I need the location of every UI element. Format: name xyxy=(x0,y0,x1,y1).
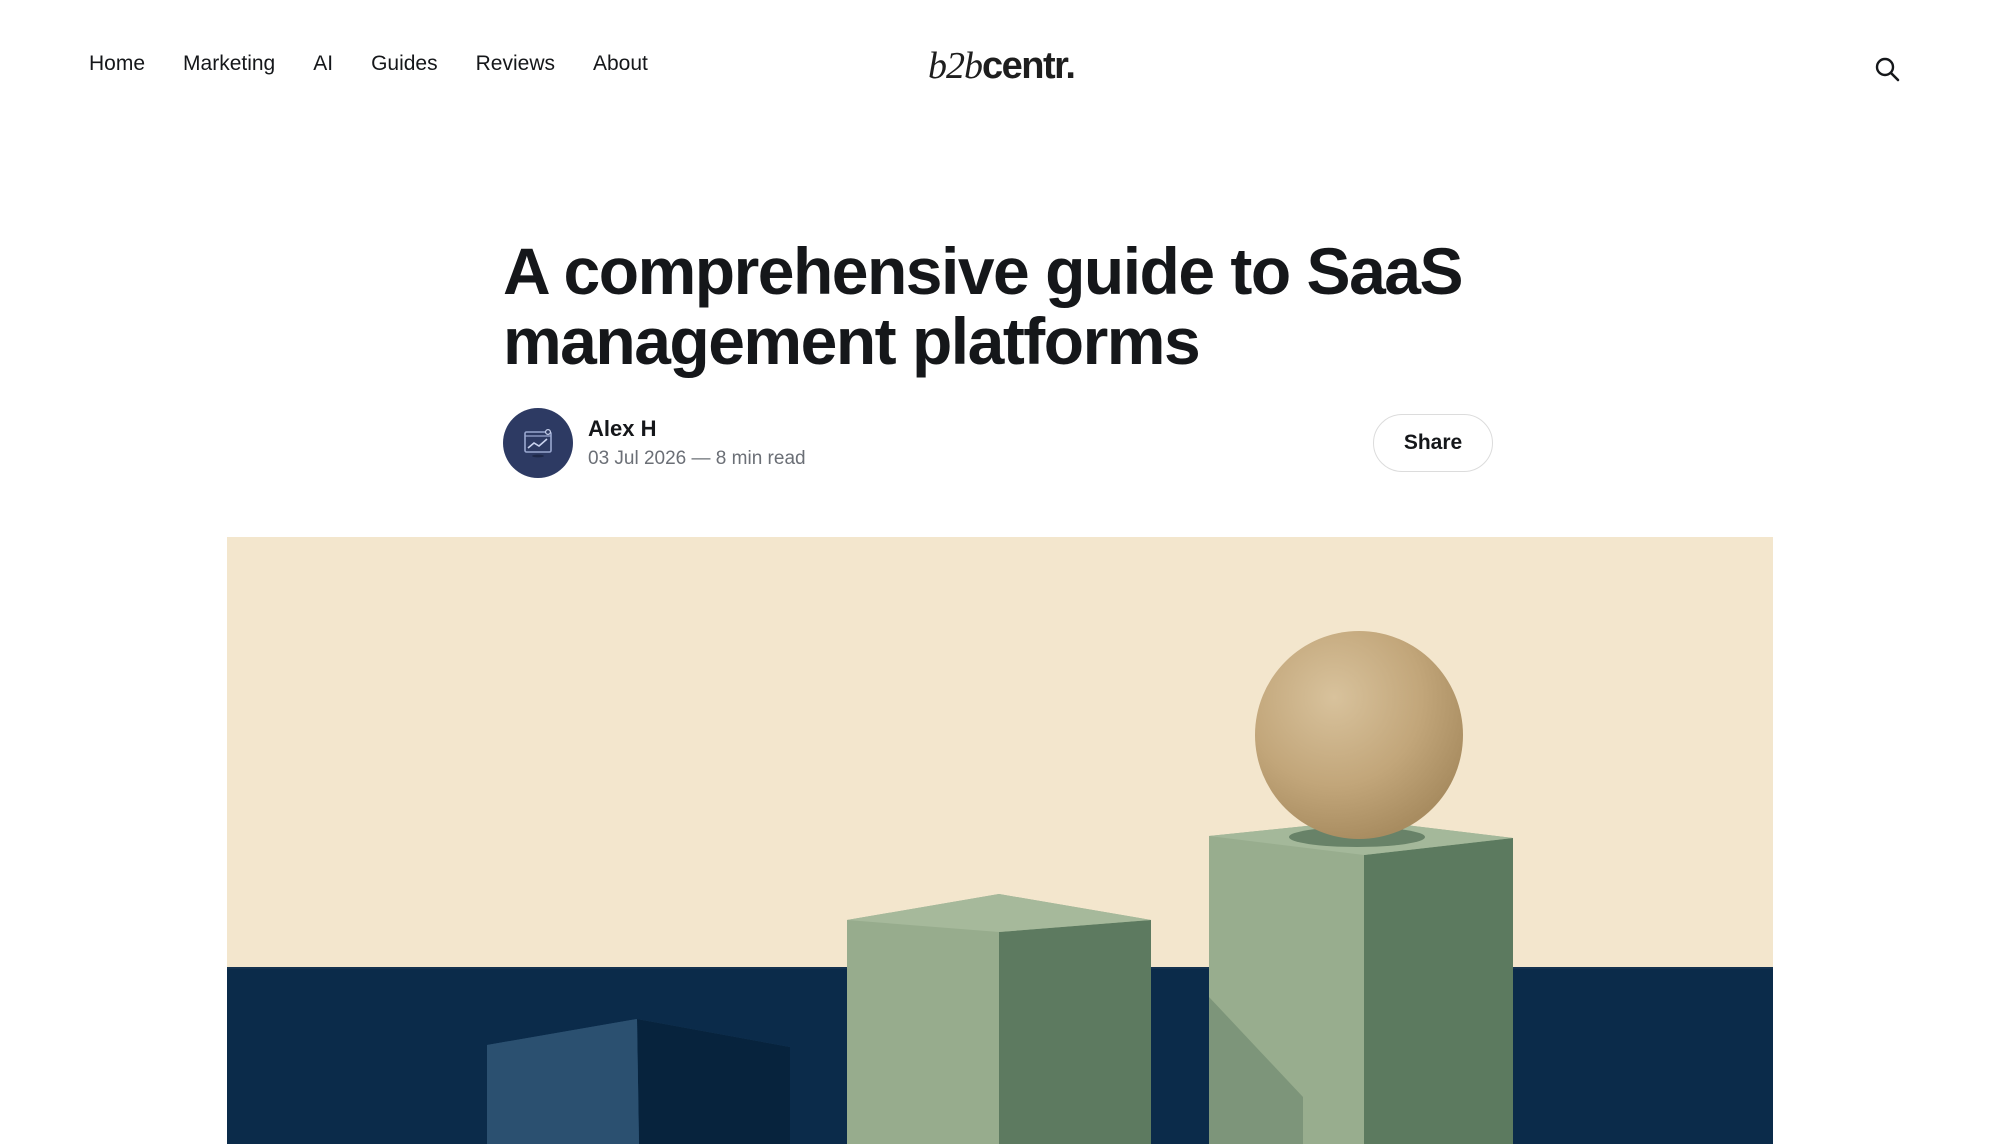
nav-guides[interactable]: Guides xyxy=(371,52,438,76)
nav-marketing[interactable]: Marketing xyxy=(183,52,275,76)
author-name[interactable]: Alex H xyxy=(588,416,656,442)
hero-image xyxy=(227,537,1773,1144)
logo-light-text: b2b xyxy=(928,45,983,87)
post-meta: 03 Jul 2026 — 8 min read xyxy=(588,448,806,469)
tan-sphere xyxy=(1255,631,1463,839)
nav-ai[interactable]: AI xyxy=(313,52,333,76)
nav-home[interactable]: Home xyxy=(89,52,145,76)
site-logo[interactable]: b2bcentr. xyxy=(928,44,1076,88)
search-button[interactable] xyxy=(1870,52,1904,86)
tall-green-block xyxy=(1209,820,1513,1144)
chart-frame-icon xyxy=(524,428,552,458)
main-nav: Home Marketing AI Guides Reviews About xyxy=(89,52,648,76)
article-title: A comprehensive guide to SaaS management… xyxy=(503,234,1464,378)
site-header: Home Marketing AI Guides Reviews About b… xyxy=(0,0,2000,140)
middle-green-block xyxy=(847,894,1151,1144)
hero-illustration xyxy=(227,537,1773,1144)
nav-reviews[interactable]: Reviews xyxy=(476,52,555,76)
search-icon xyxy=(1875,57,1900,82)
author-avatar[interactable] xyxy=(503,408,573,478)
nav-about[interactable]: About xyxy=(593,52,648,76)
logo-bold-text: centr. xyxy=(982,45,1076,87)
article-byline: Alex H 03 Jul 2026 — 8 min read Share xyxy=(503,408,1493,480)
share-button[interactable]: Share xyxy=(1373,414,1493,472)
